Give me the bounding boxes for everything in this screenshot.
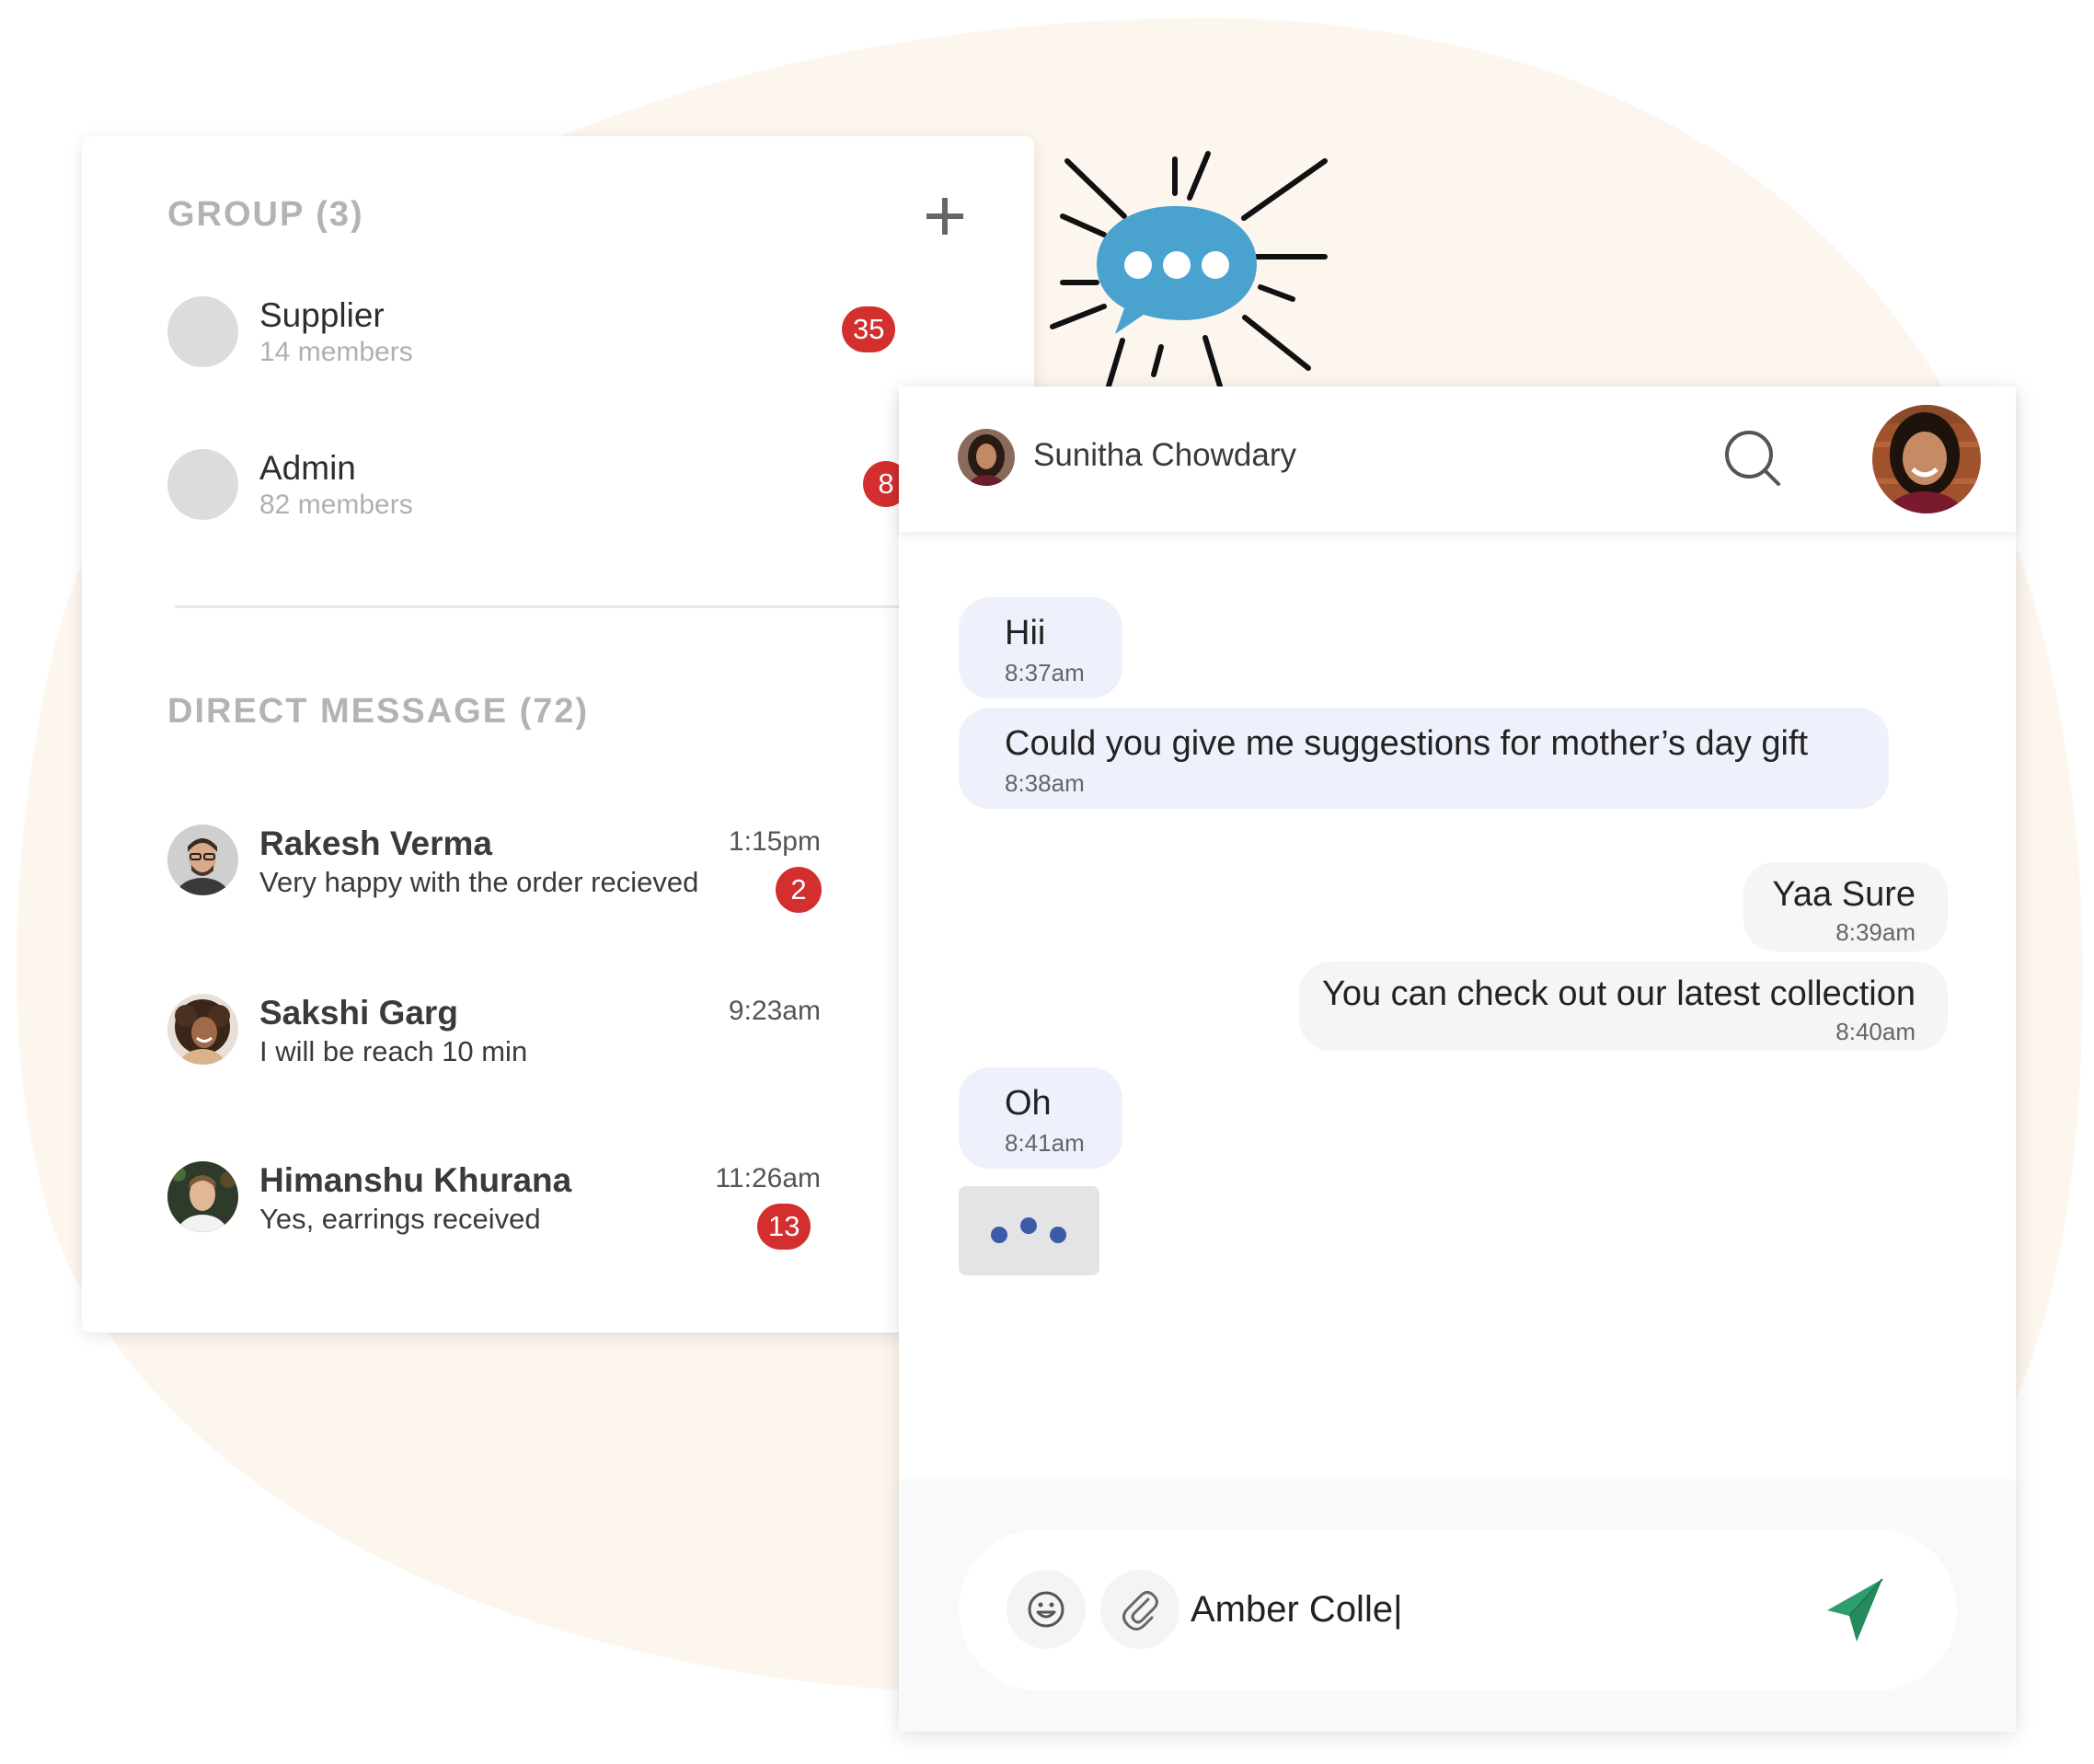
dm-name: Sakshi Garg bbox=[259, 994, 458, 1032]
send-button[interactable] bbox=[1816, 1570, 1895, 1649]
message-time: 8:39am bbox=[1835, 918, 1916, 946]
message-bubble-outgoing: Yaa Sure 8:39am bbox=[1743, 862, 1948, 951]
group-item-admin[interactable]: Admin 82 members 8 bbox=[167, 449, 909, 523]
contact-avatar bbox=[958, 429, 1015, 486]
message-time: 8:40am bbox=[1835, 1018, 1916, 1045]
group-avatar bbox=[167, 449, 238, 520]
unread-badge: 2 bbox=[776, 867, 822, 913]
dm-time: 11:26am bbox=[715, 1163, 821, 1193]
message-time: 8:41am bbox=[1005, 1129, 1085, 1157]
message-time: 8:37am bbox=[1005, 659, 1085, 686]
message-composer bbox=[959, 1529, 1957, 1690]
conversations-panel: GROUP (3) Supplier 14 members 35 Admin 8… bbox=[82, 136, 1034, 1332]
chat-bubble-burst-icon bbox=[1050, 151, 1328, 401]
group-members: 82 members bbox=[259, 490, 413, 520]
unread-badge: 35 bbox=[842, 306, 896, 352]
dm-item-sakshi-garg[interactable]: Sakshi Garg I will be reach 10 min 9:23a… bbox=[167, 994, 821, 1086]
dm-last-message: Very happy with the order recieved bbox=[259, 866, 699, 898]
emoji-button[interactable] bbox=[1007, 1570, 1086, 1649]
user-profile-avatar[interactable] bbox=[1872, 405, 1981, 513]
add-group-button[interactable] bbox=[917, 189, 972, 244]
unread-badge: 13 bbox=[757, 1204, 811, 1250]
message-bubble-incoming: Could you give me suggestions for mother… bbox=[959, 708, 1889, 809]
message-input[interactable] bbox=[1191, 1580, 1789, 1639]
group-item-supplier[interactable]: Supplier 14 members 35 bbox=[167, 296, 896, 370]
group-name: Admin bbox=[259, 449, 356, 487]
message-bubble-outgoing: You can check out our latest collection … bbox=[1299, 962, 1948, 1051]
typing-dots-icon bbox=[991, 1217, 1066, 1243]
group-section-title: GROUP (3) bbox=[167, 195, 364, 234]
contact-name: Sunitha Chowdary bbox=[1033, 437, 1296, 473]
group-name: Supplier bbox=[259, 296, 385, 334]
message-time: 8:38am bbox=[1005, 769, 1085, 797]
dm-name: Himanshu Khurana bbox=[259, 1161, 572, 1199]
message-text: Hii bbox=[1005, 614, 1046, 652]
avatar bbox=[167, 1161, 238, 1232]
dm-last-message: I will be reach 10 min bbox=[259, 1035, 528, 1067]
chat-header: Sunitha Chowdary bbox=[899, 386, 2016, 532]
message-text: Yaa Sure bbox=[1772, 875, 1916, 914]
paperclip-icon bbox=[1122, 1591, 1158, 1631]
group-members: 14 members bbox=[259, 337, 413, 367]
avatar bbox=[167, 824, 238, 895]
message-text: Could you give me suggestions for mother… bbox=[1005, 724, 1809, 763]
send-icon bbox=[1827, 1578, 1883, 1642]
message-bubble-incoming: Oh 8:41am bbox=[959, 1067, 1122, 1169]
message-bubble-incoming: Hii 8:37am bbox=[959, 597, 1122, 698]
composer-area bbox=[899, 1483, 2016, 1732]
message-text: You can check out our latest collection bbox=[1322, 974, 1916, 1013]
dm-name: Rakesh Verma bbox=[259, 824, 493, 862]
plus-icon bbox=[926, 198, 963, 235]
dm-item-himanshu-khurana[interactable]: Himanshu Khurana Yes, earrings received … bbox=[167, 1161, 821, 1253]
group-avatar bbox=[167, 296, 238, 367]
dm-time: 1:15pm bbox=[728, 826, 821, 857]
attach-button[interactable] bbox=[1100, 1570, 1179, 1649]
dm-time: 9:23am bbox=[728, 996, 821, 1026]
search-icon bbox=[1725, 431, 1780, 486]
chat-panel: Sunitha Chowdary Hii 8:37am Could you gi… bbox=[899, 386, 2016, 1732]
dm-last-message: Yes, earrings received bbox=[259, 1203, 541, 1235]
message-text: Oh bbox=[1005, 1084, 1052, 1123]
avatar bbox=[167, 994, 238, 1065]
smiley-icon bbox=[1028, 1591, 1064, 1628]
search-button[interactable] bbox=[1722, 428, 1783, 489]
typing-indicator bbox=[959, 1186, 1099, 1275]
direct-message-section-title: DIRECT MESSAGE (72) bbox=[167, 692, 590, 731]
dm-item-rakesh-verma[interactable]: Rakesh Verma Very happy with the order r… bbox=[167, 824, 822, 917]
